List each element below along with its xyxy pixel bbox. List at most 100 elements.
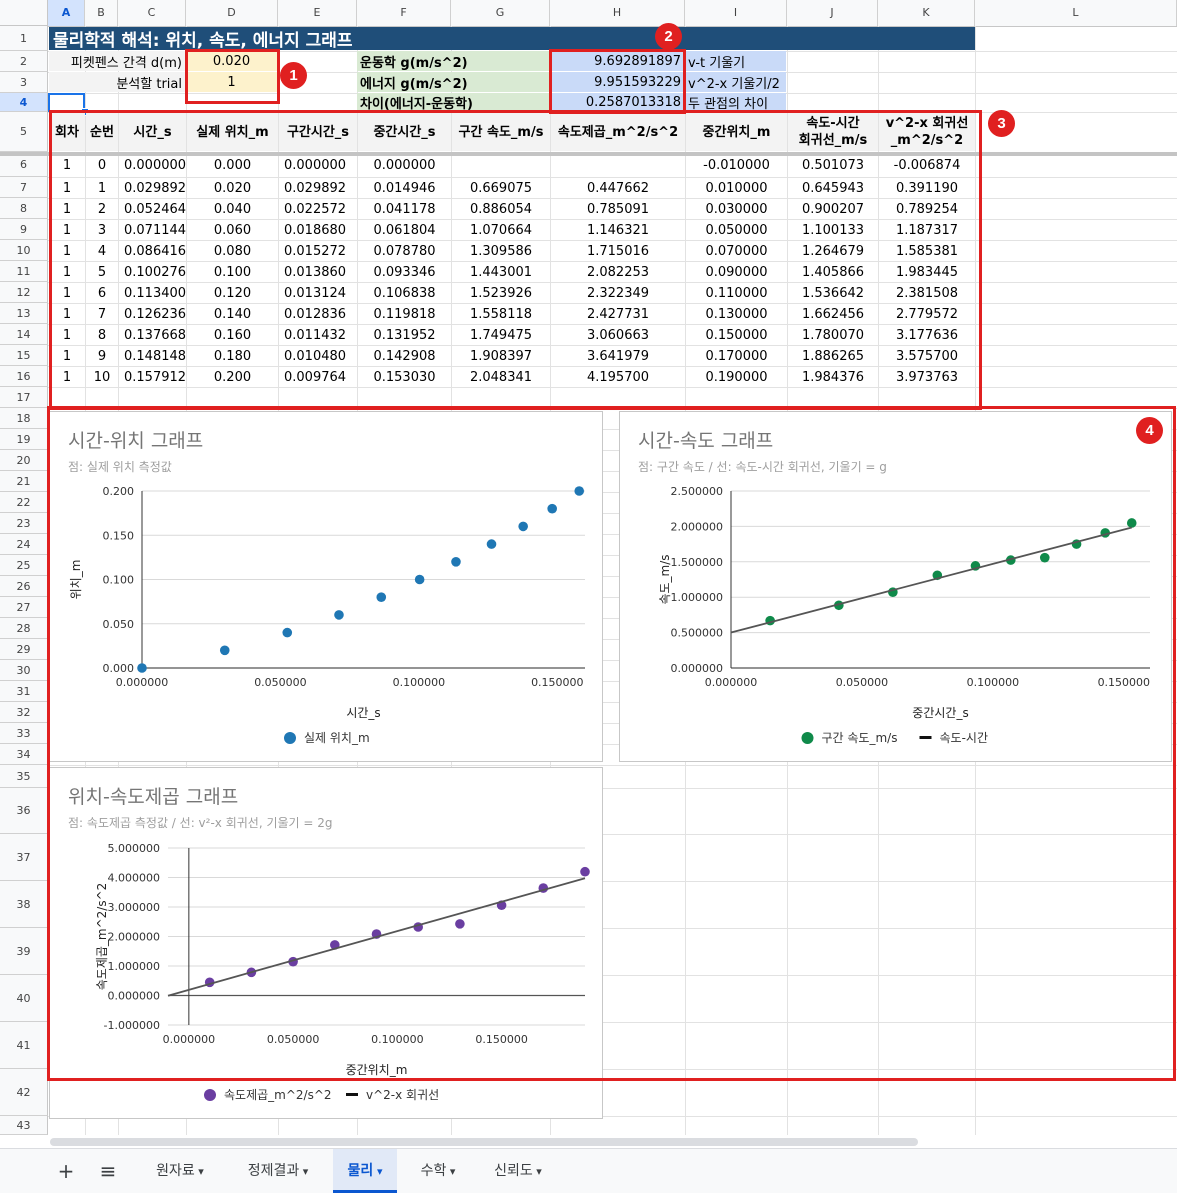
table-cell[interactable]: 0.029892 <box>279 178 357 198</box>
picket-spacing-label[interactable]: 피켓펜스 간격 d(m) <box>49 51 185 71</box>
table-cell[interactable]: 2.381508 <box>879 283 975 303</box>
table-cell[interactable]: 1 <box>49 241 85 261</box>
table-cell[interactable]: 0 <box>86 153 118 177</box>
table-cell[interactable]: 0.886054 <box>452 199 550 219</box>
row-header-14[interactable]: 14 <box>0 324 48 345</box>
table-cell[interactable]: 0.010000 <box>686 178 787 198</box>
difference-label[interactable]: 차이(에너지-운동학) <box>357 93 549 112</box>
row-header-9[interactable]: 9 <box>0 219 48 240</box>
table-cell[interactable]: 0.142908 <box>358 346 451 366</box>
column-header-J[interactable]: J <box>787 0 878 26</box>
table-header-cell[interactable]: 중간위치_m <box>686 113 787 151</box>
table-cell[interactable]: 3 <box>86 220 118 240</box>
row-header-41[interactable]: 41 <box>0 1022 48 1069</box>
chevron-down-icon[interactable]: ▾ <box>373 1165 383 1178</box>
table-cell[interactable]: 1.264679 <box>788 241 878 261</box>
all-sheets-menu-icon[interactable]: ≡ <box>94 1149 122 1193</box>
row-header-4[interactable]: 4 <box>0 93 48 112</box>
row-header-13[interactable]: 13 <box>0 303 48 324</box>
column-header-E[interactable]: E <box>278 0 357 26</box>
table-cell[interactable]: 0.170000 <box>686 346 787 366</box>
table-cell[interactable]: 0.130000 <box>686 304 787 324</box>
table-header-cell[interactable]: 회차 <box>49 113 85 151</box>
table-cell[interactable] <box>551 153 685 177</box>
column-header-D[interactable]: D <box>186 0 278 26</box>
table-cell[interactable]: 1 <box>49 283 85 303</box>
row-header-29[interactable]: 29 <box>0 639 48 660</box>
table-cell[interactable]: -0.010000 <box>686 153 787 177</box>
row-header-18[interactable]: 18 <box>0 408 48 429</box>
table-header-cell[interactable]: 속도제곱_m^2/s^2 <box>551 113 685 151</box>
row-header-15[interactable]: 15 <box>0 345 48 366</box>
table-cell[interactable]: 0.041178 <box>358 199 451 219</box>
table-cell[interactable]: 1.536642 <box>788 283 878 303</box>
column-header-I[interactable]: I <box>685 0 787 26</box>
chart-time-velocity[interactable]: 시간-속도 그래프 점: 구간 속도 / 선: 속도-시간 회귀선, 기울기 =… <box>619 411 1172 762</box>
table-cell[interactable]: 5 <box>86 262 118 282</box>
row-header-2[interactable]: 2 <box>0 51 48 72</box>
row-header-21[interactable]: 21 <box>0 471 48 492</box>
table-cell[interactable] <box>452 153 550 177</box>
table-cell[interactable]: 0.785091 <box>551 199 685 219</box>
energy-g-value[interactable]: 9.951593229 <box>550 72 684 92</box>
table-cell[interactable]: 3.177636 <box>879 325 975 345</box>
table-cell[interactable]: 0.113400 <box>119 283 186 303</box>
table-cell[interactable]: 0.180 <box>187 346 278 366</box>
table-cell[interactable]: 0.447662 <box>551 178 685 198</box>
difference-value[interactable]: 0.2587013318 <box>550 93 684 112</box>
table-cell[interactable]: 0.080 <box>187 241 278 261</box>
table-cell[interactable]: 7 <box>86 304 118 324</box>
column-header-A[interactable]: A <box>48 0 85 26</box>
table-cell[interactable]: 0.200 <box>187 367 278 387</box>
table-cell[interactable]: 1.100133 <box>788 220 878 240</box>
table-cell[interactable]: 2.779572 <box>879 304 975 324</box>
chart-position-velocity-squared[interactable]: 위치-속도제곱 그래프 점: 속도제곱 측정값 / 선: v²-x 회귀선, 기… <box>49 767 603 1119</box>
table-cell[interactable]: 0.029892 <box>119 178 186 198</box>
add-sheet-button[interactable]: + <box>52 1149 80 1193</box>
table-cell[interactable]: 0.100 <box>187 262 278 282</box>
table-cell[interactable]: 0.148148 <box>119 346 186 366</box>
table-cell[interactable]: 0.106838 <box>358 283 451 303</box>
table-cell[interactable]: 2 <box>86 199 118 219</box>
table-cell[interactable]: 2.427731 <box>551 304 685 324</box>
table-cell[interactable]: 0.011432 <box>279 325 357 345</box>
table-cell[interactable]: 1.070664 <box>452 220 550 240</box>
chevron-down-icon[interactable]: ▾ <box>533 1165 542 1178</box>
table-cell[interactable]: 0.110000 <box>686 283 787 303</box>
table-cell[interactable]: 1.523926 <box>452 283 550 303</box>
row-header-25[interactable]: 25 <box>0 555 48 576</box>
table-cell[interactable]: 1.749475 <box>452 325 550 345</box>
trial-label[interactable]: 분석할 trial <box>49 72 185 92</box>
chart-time-position[interactable]: 시간-위치 그래프 점: 실제 위치 측정값 0.000 0.050 0.100 0.… <box>49 411 603 762</box>
table-cell[interactable]: 1.585381 <box>879 241 975 261</box>
table-cell[interactable]: 0.126236 <box>119 304 186 324</box>
table-cell[interactable]: 1.983445 <box>879 262 975 282</box>
table-cell[interactable]: 0.000 <box>187 153 278 177</box>
sheet-tab-1[interactable]: 원자료 ▾ <box>140 1149 220 1193</box>
table-header-cell[interactable]: 속도-시간 회귀선_m/s <box>788 113 878 151</box>
row-header-20[interactable]: 20 <box>0 450 48 471</box>
table-cell[interactable]: 3.973763 <box>879 367 975 387</box>
table-cell[interactable]: 0.086416 <box>119 241 186 261</box>
table-cell[interactable]: 0.789254 <box>879 199 975 219</box>
row-header-31[interactable]: 31 <box>0 681 48 702</box>
table-cell[interactable]: 0.014946 <box>358 178 451 198</box>
row-header-26[interactable]: 26 <box>0 576 48 597</box>
table-cell[interactable]: 0.010480 <box>279 346 357 366</box>
row-header-30[interactable]: 30 <box>0 660 48 681</box>
table-cell[interactable]: 1 <box>49 304 85 324</box>
row-header-28[interactable]: 28 <box>0 618 48 639</box>
table-header-cell[interactable]: 구간시간_s <box>279 113 357 151</box>
row-header-16[interactable]: 16 <box>0 366 48 387</box>
active-cell-cursor[interactable] <box>48 93 85 112</box>
energy-g-label[interactable]: 에너지 g(m/s^2) <box>357 72 549 92</box>
chevron-down-icon[interactable]: ▾ <box>195 1165 204 1178</box>
table-cell[interactable]: 0.150000 <box>686 325 787 345</box>
table-cell[interactable]: 0.020 <box>187 178 278 198</box>
table-cell[interactable]: 0.140 <box>187 304 278 324</box>
row-header-19[interactable]: 19 <box>0 429 48 450</box>
sheet-tab-2[interactable]: 정제결과 ▾ <box>230 1149 326 1193</box>
table-cell[interactable]: 0.501073 <box>788 153 878 177</box>
row-header-43[interactable]: 43 <box>0 1116 48 1135</box>
table-cell[interactable]: 0.093346 <box>358 262 451 282</box>
